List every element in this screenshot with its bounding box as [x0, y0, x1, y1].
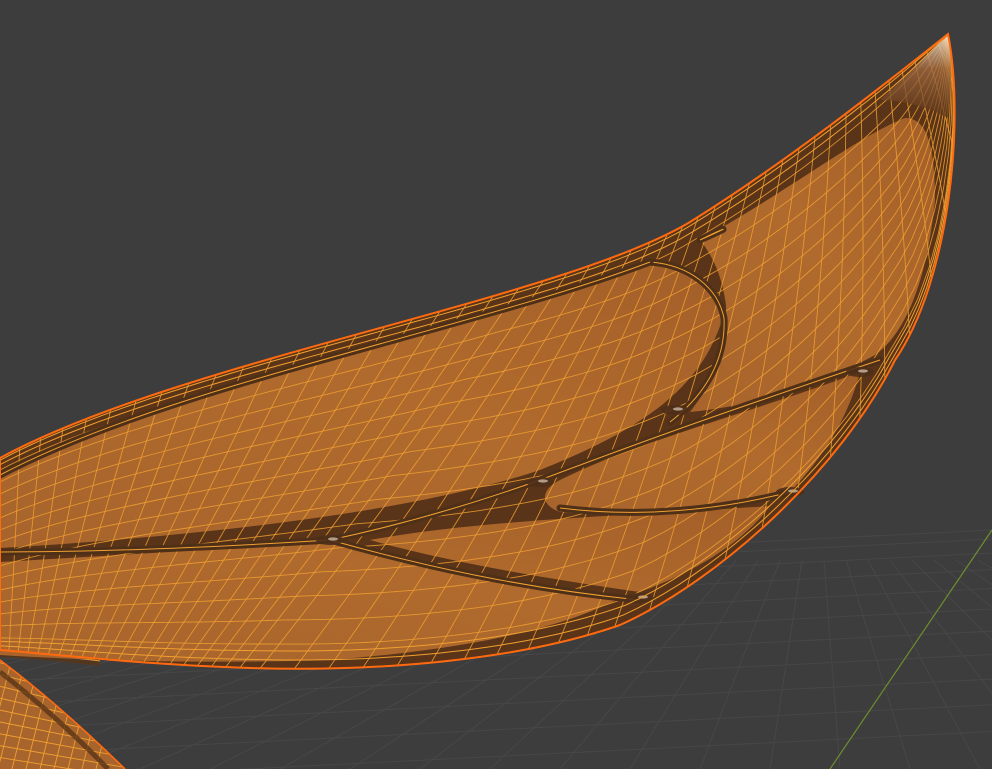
- vein-highlight: [538, 479, 548, 483]
- vein-highlight: [673, 407, 683, 411]
- vein-highlight: [328, 537, 338, 541]
- wing-lower-mesh[interactable]: [0, 650, 140, 769]
- grid-line: [0, 704, 992, 756]
- vein-highlight: [858, 369, 868, 373]
- grid-line: [867, 559, 981, 769]
- wire-edge: [95, 660, 125, 769]
- wing-main-mesh[interactable]: [0, 32, 956, 670]
- 3d-viewport[interactable]: [0, 0, 992, 769]
- grid-line: [699, 559, 781, 769]
- grid-line: [955, 559, 992, 586]
- grid-line: [823, 559, 841, 769]
- grid-line: [0, 678, 992, 730]
- grid-line: [977, 559, 992, 569]
